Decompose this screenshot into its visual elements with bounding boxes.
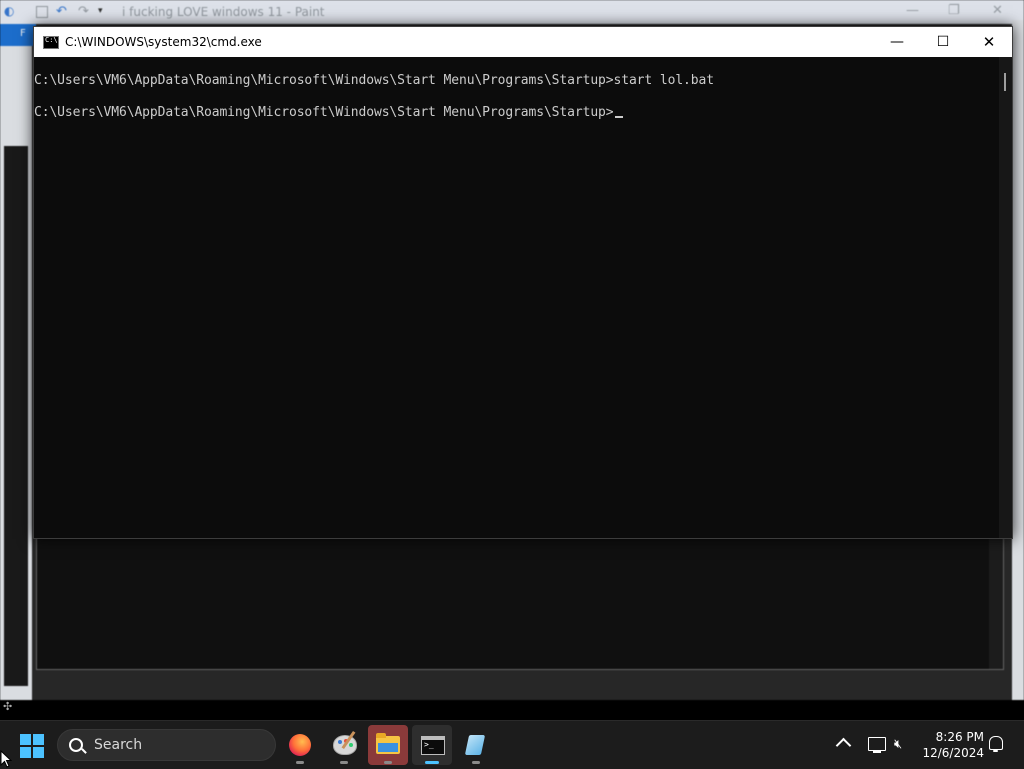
minimize-button[interactable]: — [874, 27, 920, 57]
windows-logo-pane [33, 747, 44, 758]
search-icon [69, 738, 83, 752]
taskbar-firefox-button[interactable] [280, 725, 320, 765]
console-prompt: C:\Users\VM6\AppData\Roaming\Microsoft\W… [34, 105, 614, 120]
console-prompt-line[interactable]: C:\Users\VM6\AppData\Roaming\Microsoft\W… [34, 105, 623, 120]
cmd-scrollbar[interactable] [999, 57, 1012, 538]
taskbar-search-box[interactable]: Search [57, 729, 276, 761]
active-indicator [425, 761, 439, 764]
customize-quick-access-icon[interactable]: ▾ [98, 6, 112, 20]
cmd-window-title: C:\WINDOWS\system32\cmd.exe [65, 35, 262, 49]
close-button[interactable]: ✕ [966, 27, 1012, 57]
clock-date: 12/6/2024 [922, 746, 984, 760]
paint-canvas-scrollbar[interactable] [989, 537, 1003, 669]
cmd-app-icon [43, 36, 59, 49]
running-indicator [472, 761, 480, 764]
paint-file-tab[interactable]: F [0, 24, 36, 46]
move-icon: ✣ [3, 700, 13, 713]
paint-close-icon[interactable]: ✕ [992, 3, 1003, 18]
undo-icon[interactable]: ↶ [56, 4, 70, 19]
paint-left-strip [4, 146, 28, 686]
desktop: ◐ ↶ ↷ ▾ i fucking LOVE windows 11 - Pain… [0, 0, 1024, 720]
console-output[interactable]: C:\Users\VM6\AppData\Roaming\Microsoft\W… [34, 57, 999, 538]
taskbar-notepad-button[interactable] [456, 725, 496, 765]
clock-time: 8:26 PM [935, 730, 984, 744]
paint-app-icon: ◐ [4, 4, 15, 18]
taskbar: Search 🔇︎ 8:26 PM 12/6/2024 [0, 720, 1024, 769]
paint-titlebar[interactable]: ◐ ↶ ↷ ▾ i fucking LOVE windows 11 - Pain… [0, 0, 1024, 24]
windows-logo-icon [20, 734, 31, 745]
taskbar-paint-button[interactable] [324, 725, 364, 765]
mouse-pointer-icon [0, 750, 12, 768]
running-indicator [296, 761, 304, 764]
windows-logo-pane [33, 734, 44, 745]
windows-logo-pane [20, 747, 31, 758]
terminal-icon [421, 736, 445, 755]
paint-restore-icon[interactable]: ❐ [948, 3, 960, 18]
search-label: Search [94, 737, 143, 753]
cmd-scrollbar-thumb[interactable] [1004, 73, 1006, 91]
text-cursor [614, 116, 623, 118]
paint-canvas[interactable] [36, 536, 1004, 670]
paint-minimize-icon[interactable]: — [906, 3, 919, 18]
volume-muted-icon[interactable]: 🔇︎ [894, 737, 910, 753]
cmd-titlebar[interactable]: C:\WINDOWS\system32\cmd.exe — ☐ ✕ [34, 27, 1012, 57]
cmd-window[interactable]: C:\WINDOWS\system32\cmd.exe — ☐ ✕ C:\Use… [33, 26, 1013, 539]
paint-window-title: i fucking LOVE windows 11 - Paint [122, 5, 325, 19]
redo-icon[interactable]: ↷ [78, 4, 92, 19]
paint-left-panel [0, 46, 32, 700]
console-line: C:\Users\VM6\AppData\Roaming\Microsoft\W… [34, 73, 714, 88]
network-icon[interactable] [868, 737, 886, 753]
show-hidden-icons-chevron-icon[interactable] [835, 737, 852, 754]
running-indicator [340, 761, 348, 764]
paint-icon [333, 735, 357, 755]
save-icon[interactable] [36, 6, 48, 18]
start-button[interactable] [20, 734, 44, 758]
notification-bell-icon[interactable] [989, 736, 1003, 752]
maximize-button[interactable]: ☐ [920, 27, 966, 57]
firefox-icon [289, 734, 311, 756]
paint-file-tab-label: F [20, 28, 26, 39]
taskbar-terminal-button[interactable] [412, 725, 452, 765]
running-indicator [384, 761, 392, 764]
taskbar-clock[interactable]: 8:26 PM 12/6/2024 [918, 729, 984, 761]
notepad-icon [464, 735, 486, 755]
paint-right-edge [1012, 20, 1024, 700]
taskbar-file-explorer-button[interactable] [368, 725, 408, 765]
file-explorer-icon [376, 733, 400, 754]
